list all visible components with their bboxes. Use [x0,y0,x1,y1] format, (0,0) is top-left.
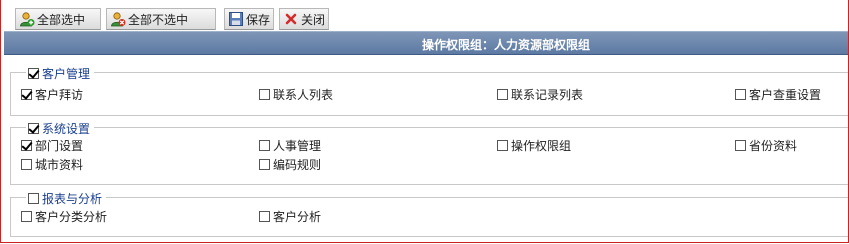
close-label: 关闭 [301,12,326,27]
toolbar: 全部选中 全部不选中 保存 关闭 [2,8,848,30]
select-all-label: 全部选中 [37,12,86,27]
item-label: 操作权限组 [511,139,572,153]
item-label: 部门设置 [35,139,84,153]
item-label: 省份资料 [749,139,798,153]
item-checkbox[interactable] [259,89,270,100]
permission-item[interactable]: 编码规则 [259,156,321,173]
add-user-icon [19,11,35,27]
permission-item[interactable]: 城市资料 [21,156,83,173]
item-label: 客户查重设置 [749,88,822,102]
group-header[interactable]: 报表与分析 [26,190,107,207]
item-label: 联系人列表 [273,88,334,102]
remove-user-icon [110,11,126,27]
permission-item[interactable]: 客户分析 [259,208,321,225]
permission-item[interactable]: 省份资料 [735,137,797,154]
item-checkbox[interactable] [21,211,32,222]
permission-panel: 全部选中 全部不选中 保存 关闭 操作权限组：人力资源部权限组 客户管理 客户拜… [0,0,849,243]
group-header[interactable]: 客户管理 [26,65,95,82]
deselect-all-button[interactable]: 全部不选中 [106,8,216,30]
group-checkbox[interactable] [28,68,39,79]
item-label: 联系记录列表 [511,88,584,102]
permission-item[interactable]: 联系人列表 [259,86,333,103]
item-checkbox[interactable] [497,89,508,100]
item-label: 客户拜访 [35,88,84,102]
permission-item[interactable]: 客户拜访 [21,86,83,103]
permission-item[interactable]: 客户查重设置 [735,86,821,103]
permission-item[interactable]: 客户分类分析 [21,208,107,225]
close-button[interactable]: 关闭 [279,8,329,30]
group-label: 客户管理 [42,67,91,81]
page-title: 操作权限组：人力资源部权限组 [422,38,591,52]
item-label: 客户分析 [273,210,322,224]
save-button[interactable]: 保存 [224,8,274,30]
close-icon [283,11,299,27]
item-label: 城市资料 [35,158,84,172]
save-label: 保存 [246,12,271,27]
save-icon [228,11,244,27]
item-checkbox[interactable] [735,89,746,100]
item-checkbox[interactable] [735,140,746,151]
group-header[interactable]: 系统设置 [26,120,95,137]
permission-item[interactable]: 联系记录列表 [497,86,583,103]
item-checkbox[interactable] [21,89,32,100]
item-checkbox[interactable] [497,140,508,151]
group-label: 报表与分析 [42,192,103,206]
deselect-all-label: 全部不选中 [128,12,189,27]
item-checkbox[interactable] [21,159,32,170]
page-title-bar: 操作权限组：人力资源部权限组 [4,31,848,55]
item-label: 编码规则 [273,158,322,172]
group-reports-analysis: 报表与分析 客户分类分析 客户分析 [10,190,848,237]
group-system-settings: 系统设置 部门设置 人事管理 操作权限组 省份资料 城市资料 编码规则 [10,120,848,185]
group-checkbox[interactable] [28,193,39,204]
group-label: 系统设置 [42,122,91,136]
select-all-button[interactable]: 全部选中 [15,8,101,30]
item-label: 人事管理 [273,139,322,153]
item-label: 客户分类分析 [35,210,108,224]
permission-item[interactable]: 操作权限组 [497,137,571,154]
item-checkbox[interactable] [259,140,270,151]
item-checkbox[interactable] [259,159,270,170]
group-checkbox[interactable] [28,123,39,134]
permission-item[interactable]: 人事管理 [259,137,321,154]
permission-item[interactable]: 部门设置 [21,137,83,154]
item-checkbox[interactable] [259,211,270,222]
item-checkbox[interactable] [21,140,32,151]
group-customer-management: 客户管理 客户拜访 联系人列表 联系记录列表 客户查重设置 [10,65,848,116]
